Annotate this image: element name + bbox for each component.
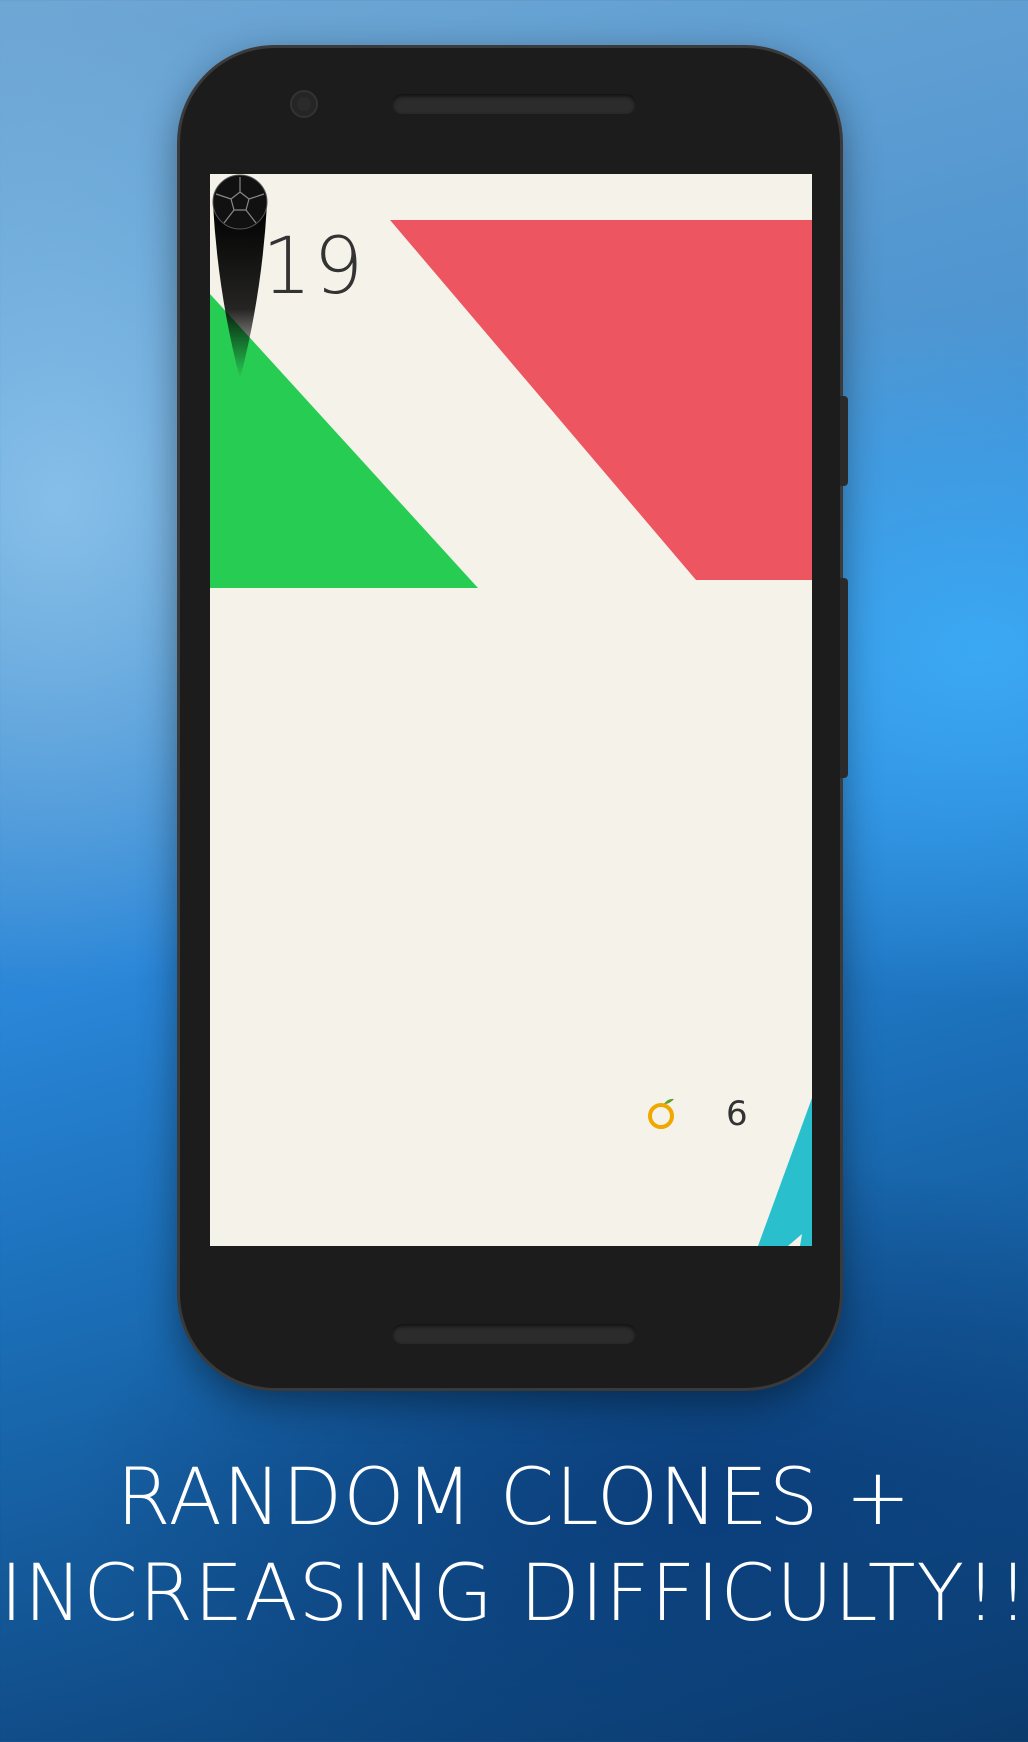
- front-camera: [292, 92, 316, 116]
- power-button: [840, 578, 848, 778]
- player-ball[interactable]: [210, 174, 270, 394]
- game-screen[interactable]: 19 6: [210, 174, 812, 1246]
- bottom-speaker: [392, 1324, 636, 1344]
- caption-line-1: RANDOM CLONES +: [116, 1453, 912, 1543]
- phone-frame: 19 6: [180, 48, 848, 1388]
- top-speaker: [392, 94, 636, 114]
- score-counter: 19: [262, 222, 366, 312]
- coin-icon: [648, 1098, 674, 1129]
- promo-caption: RANDOM CLONES + INCREASING DIFFICULTY!!: [0, 1450, 1028, 1642]
- red-obstacle: [390, 220, 812, 580]
- volume-button: [840, 396, 848, 486]
- coin-count: 6: [726, 1094, 748, 1134]
- ball-trail: [213, 204, 267, 379]
- obstacles-layer: [210, 220, 812, 1246]
- caption-line-2: INCREASING DIFFICULTY!!: [0, 1549, 1028, 1639]
- soccer-ball-icon: [212, 174, 268, 230]
- cyan-obstacle: [758, 1098, 812, 1246]
